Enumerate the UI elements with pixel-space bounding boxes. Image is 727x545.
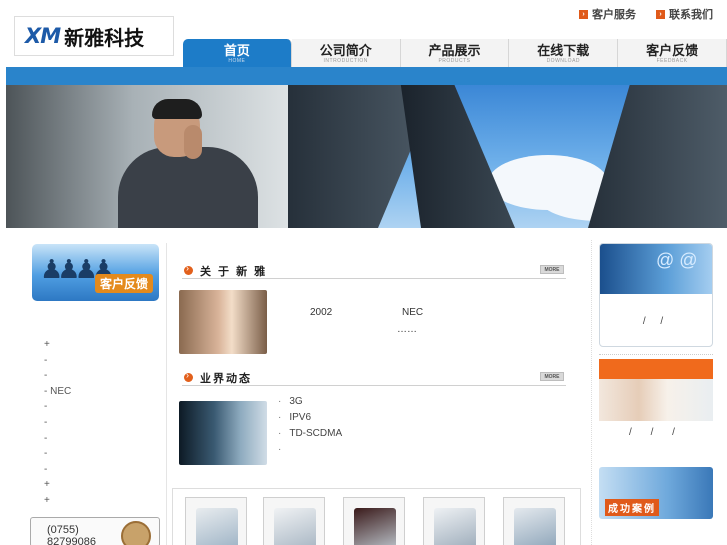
nav-feedback-sub: FEEDBACK (656, 57, 688, 64)
about-year: 2002 (310, 307, 333, 318)
top-links: › 客户服务 › 联系我们 (579, 6, 713, 22)
arrow-bullet-icon (184, 370, 193, 382)
support-header-bar (599, 359, 713, 379)
about-title: 关 于 新 雅 (200, 266, 268, 278)
support-text: / / / (629, 427, 683, 438)
nav-products[interactable]: 产品展示 PRODUCTS (400, 39, 510, 68)
arrow-icon: › (579, 9, 588, 19)
product-thumb-rack[interactable] (423, 497, 485, 545)
online-service-text: / / (642, 316, 670, 327)
news-list: · 3G · IPV6 · TD-SCDMA · (278, 394, 342, 458)
list-item[interactable]: - (44, 431, 71, 447)
news-photo (179, 401, 267, 465)
about-brand: NEC (402, 307, 424, 318)
news-item[interactable]: · TD-SCDMA (278, 426, 342, 442)
product-thumb-cabinet[interactable] (263, 497, 325, 545)
main-nav: 首页 HOME 公司简介 INTRODUCTION 产品展示 PRODUCTS … (183, 39, 727, 68)
banner-skyline-photo (288, 85, 727, 228)
product-thumbnail-strip (172, 488, 581, 545)
news-more-button[interactable]: MORE (540, 372, 564, 381)
nav-introduction-label: 公司简介 (319, 42, 372, 58)
success-cases-label: 成功案例 (605, 499, 659, 516)
news-title: 业界动态 (200, 373, 252, 385)
contact-phone-box: (0755) 82799086 (30, 517, 160, 545)
customer-support-box[interactable]: / / / (599, 359, 713, 457)
about-ellipsis: …… (397, 324, 417, 335)
success-cases-banner[interactable]: 成功案例 (599, 467, 713, 519)
list-item[interactable]: - (44, 399, 71, 415)
column-divider (591, 240, 592, 545)
about-team-photo (179, 290, 267, 354)
nav-introduction-sub: INTRODUCTION (323, 57, 368, 64)
contact-number: 82799086 (47, 536, 96, 545)
arrow-bullet-icon (184, 263, 193, 275)
about-section-header: 关 于 新 雅 MORE (182, 262, 566, 279)
support-staff-photo (599, 379, 713, 421)
nav-download[interactable]: 在线下载 DOWNLOAD (509, 39, 619, 68)
left-sidebar: ♟♟♟♟ 客户反馈 + - - - NEC - - - - - + + (075… (22, 243, 167, 545)
feedback-banner-label: 客户反馈 (94, 274, 153, 293)
online-service-image: @ @ (600, 244, 712, 294)
nav-products-label: 产品展示 (428, 42, 481, 58)
site-logo[interactable]: XM 新雅科技 (14, 16, 174, 56)
nav-download-sub: DOWNLOAD (546, 57, 581, 64)
nav-home[interactable]: 首页 HOME (183, 39, 292, 68)
contact-area-code: (0755) (47, 524, 79, 536)
nav-home-sub: HOME (228, 57, 246, 64)
list-item[interactable]: + (44, 493, 71, 509)
product-thumb-device[interactable] (343, 497, 405, 545)
news-item[interactable]: · (278, 442, 342, 458)
nav-feedback-label: 客户反馈 (646, 42, 699, 58)
package-icon (121, 521, 151, 545)
contact-us-label: 联系我们 (669, 9, 713, 21)
arrow-icon: › (656, 9, 665, 19)
banner-businessman-photo (6, 85, 288, 228)
nav-feedback[interactable]: 客户反馈 FEEDBACK (618, 39, 727, 68)
list-item[interactable]: + (44, 337, 71, 353)
product-category-list: + - - - NEC - - - - - + + (44, 337, 71, 509)
list-item[interactable]: - (44, 462, 71, 478)
list-item[interactable]: - NEC (44, 384, 71, 400)
list-item[interactable]: - (44, 415, 71, 431)
list-item[interactable]: - (44, 446, 71, 462)
nav-home-label: 首页 (223, 42, 250, 58)
news-item[interactable]: · IPV6 (278, 410, 342, 426)
nav-download-label: 在线下载 (537, 42, 590, 58)
divider (599, 354, 713, 355)
customer-service-link[interactable]: › 客户服务 (579, 6, 636, 22)
news-section-header: 业界动态 MORE (182, 369, 566, 386)
list-item[interactable]: - (44, 353, 71, 369)
at-sign-icon: @ @ (656, 250, 698, 270)
nav-products-sub: PRODUCTS (438, 57, 471, 64)
list-item[interactable]: + (44, 477, 71, 493)
hero-banner (6, 85, 727, 228)
logo-mark: XM (25, 24, 61, 48)
list-item[interactable]: - (44, 368, 71, 384)
about-more-button[interactable]: MORE (540, 265, 564, 274)
nav-underline-bar (6, 67, 727, 85)
product-thumb-switch[interactable] (503, 497, 565, 545)
product-thumb-phone[interactable] (185, 497, 247, 545)
feedback-banner[interactable]: ♟♟♟♟ 客户反馈 (32, 244, 159, 301)
contact-us-link[interactable]: › 联系我们 (656, 6, 713, 22)
nav-introduction[interactable]: 公司简介 INTRODUCTION (291, 39, 401, 68)
logo-name: 新雅科技 (64, 25, 145, 50)
customer-service-label: 客户服务 (592, 9, 636, 21)
online-service-box[interactable]: @ @ / / (599, 243, 713, 347)
news-item[interactable]: · 3G (278, 394, 342, 410)
page: XM 新雅科技 › 客户服务 › 联系我们 首页 HOME 公司简介 INTRO… (0, 0, 727, 545)
